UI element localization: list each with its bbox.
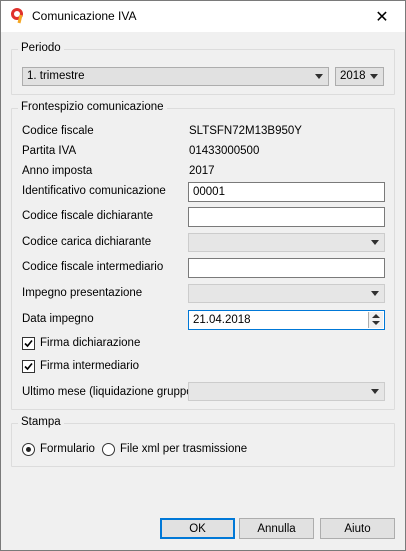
identificativo-value: 00001	[193, 186, 225, 198]
formulario-radio[interactable]	[22, 443, 35, 456]
firma-intermediario-label: Firma intermediario	[40, 360, 140, 372]
chevron-down-icon	[315, 74, 323, 79]
ultimo-mese-label: Ultimo mese (liquidazione gruppo)	[22, 386, 197, 398]
carica-dichiarante-label: Codice carica dichiarante	[22, 236, 152, 248]
close-button[interactable]: ✕	[359, 1, 405, 32]
firma-dichiarazione-label: Firma dichiarazione	[40, 337, 141, 349]
firma-intermediario-checkbox[interactable]	[22, 360, 35, 373]
chevron-down-icon	[370, 74, 378, 79]
close-icon: ✕	[375, 8, 389, 26]
ok-button[interactable]: OK	[160, 518, 235, 539]
firma-dichiarazione-checkbox[interactable]	[22, 337, 35, 350]
date-spinner[interactable]	[368, 312, 383, 328]
cf-dichiarante-input[interactable]	[188, 207, 385, 227]
cf-intermediario-input[interactable]	[188, 258, 385, 278]
impegno-label: Impegno presentazione	[22, 287, 143, 299]
data-impegno-label: Data impegno	[22, 313, 94, 325]
chevron-down-icon	[371, 389, 379, 394]
window-title: Comunicazione IVA	[32, 9, 137, 23]
spin-up-icon	[372, 314, 380, 318]
spin-down-icon	[372, 321, 380, 325]
title-bar[interactable]: Comunicazione IVA ✕	[1, 1, 405, 32]
carica-dichiarante-select[interactable]	[188, 233, 385, 252]
frontespizio-legend: Frontespizio comunicazione	[18, 101, 167, 113]
partita-iva-value: 01433000500	[189, 145, 260, 157]
year-select[interactable]: 2018	[335, 67, 384, 86]
stampa-legend: Stampa	[18, 416, 64, 428]
cf-dichiarante-label: Codice fiscale dichiarante	[22, 210, 154, 222]
anno-imposta-label: Anno imposta	[22, 165, 93, 177]
periodo-legend: Periodo	[18, 42, 64, 54]
aiuto-button[interactable]: Aiuto	[320, 518, 395, 539]
xml-radio[interactable]	[102, 443, 115, 456]
identificativo-input[interactable]: 00001	[188, 182, 385, 202]
formulario-label: Formulario	[40, 443, 95, 455]
partita-iva-label: Partita IVA	[22, 145, 77, 157]
data-impegno-value: 21.04.2018	[193, 314, 251, 326]
data-impegno-input[interactable]: 21.04.2018	[188, 310, 385, 330]
cf-intermediario-label: Codice fiscale intermediario	[22, 261, 164, 273]
impegno-select[interactable]	[188, 284, 385, 303]
period-select-value: 1. trimestre	[27, 70, 85, 82]
anno-imposta-value: 2017	[189, 165, 215, 177]
checkmark-icon	[24, 339, 33, 348]
chevron-down-icon	[371, 291, 379, 296]
checkmark-icon	[24, 362, 33, 371]
codice-fiscale-value: SLTSFN72M13B950Y	[189, 125, 302, 137]
xml-label: File xml per trasmissione	[120, 443, 248, 455]
annulla-button[interactable]: Annulla	[239, 518, 314, 539]
period-select[interactable]: 1. trimestre	[22, 67, 329, 86]
ultimo-mese-select[interactable]	[188, 382, 385, 401]
chevron-down-icon	[371, 240, 379, 245]
app-logo-icon	[11, 8, 23, 24]
dialog-window: Comunicazione IVA ✕ Periodo 1. trimestre…	[0, 0, 406, 551]
codice-fiscale-label: Codice fiscale	[22, 125, 94, 137]
year-select-value: 2018	[340, 70, 366, 82]
identificativo-label: Identificativo comunicazione	[22, 185, 166, 197]
